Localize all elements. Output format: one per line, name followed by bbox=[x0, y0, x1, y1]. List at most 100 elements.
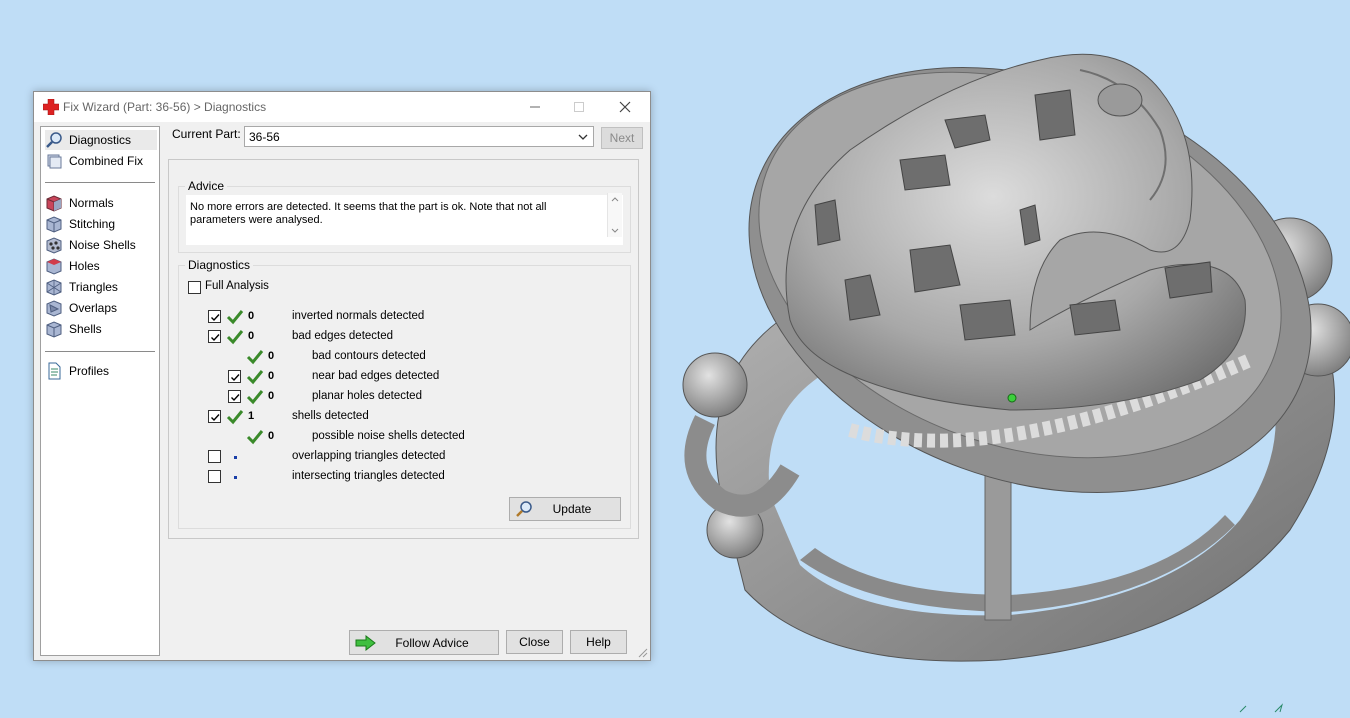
nav-item-shells[interactable]: Shells bbox=[45, 319, 157, 339]
nav-item-diagnostics[interactable]: Diagnostics bbox=[45, 130, 157, 150]
cubes-icon bbox=[47, 154, 62, 169]
wizard-content-panel: Advice No more errors are detected. It s… bbox=[168, 159, 639, 539]
current-part-select[interactable]: 36-56 bbox=[244, 126, 594, 147]
nav-item-profiles[interactable]: Profiles bbox=[45, 361, 157, 381]
checkmark-icon bbox=[211, 314, 220, 322]
planar-holes-checkbox[interactable] bbox=[228, 390, 241, 403]
wizard-nav-sidebar: Diagnostics Combined Fix Normals Stitchi… bbox=[40, 126, 160, 656]
inverted-normals-count: 0 bbox=[248, 310, 255, 322]
nav-item-stitching[interactable]: Stitching bbox=[45, 214, 157, 234]
intersecting-triangles-checkbox[interactable] bbox=[208, 470, 221, 483]
nav-item-triangles[interactable]: Triangles bbox=[45, 277, 157, 297]
advice-group-title: Advice bbox=[185, 179, 228, 193]
current-part-value: 36-56 bbox=[249, 129, 280, 144]
stitching-cube-icon bbox=[46, 216, 62, 233]
overlapping-triangles-checkbox[interactable] bbox=[208, 450, 221, 463]
chevron-down-icon bbox=[578, 134, 588, 140]
bad-edges-label: bad edges detected bbox=[292, 330, 394, 342]
advice-group: Advice No more errors are detected. It s… bbox=[178, 179, 631, 253]
ok-check-icon bbox=[226, 410, 244, 425]
next-button[interactable]: Next bbox=[601, 127, 643, 149]
nav-separator bbox=[45, 351, 155, 352]
document-icon bbox=[48, 362, 61, 380]
checkmark-icon bbox=[231, 394, 240, 402]
inverted-normals-checkbox[interactable] bbox=[208, 310, 221, 323]
maximize-button[interactable] bbox=[556, 92, 602, 122]
update-button[interactable]: Update bbox=[509, 497, 621, 521]
checkmark-icon bbox=[231, 374, 240, 382]
magnifier-icon bbox=[516, 501, 532, 517]
ok-check-icon bbox=[246, 370, 264, 385]
ok-check-icon bbox=[226, 330, 244, 345]
pending-dot-icon bbox=[234, 456, 237, 459]
inverted-normals-label: inverted normals detected bbox=[292, 310, 425, 322]
bad-contours-label: bad contours detected bbox=[312, 350, 426, 362]
nav-item-normals[interactable]: Normals bbox=[45, 193, 157, 213]
holes-cube-icon bbox=[46, 258, 62, 275]
maximize-icon bbox=[574, 102, 584, 112]
close-icon bbox=[619, 101, 631, 113]
bad-edges-checkbox[interactable] bbox=[208, 330, 221, 343]
nav-separator bbox=[45, 182, 155, 183]
checkmark-icon bbox=[211, 334, 220, 342]
bad-edges-count: 0 bbox=[248, 330, 255, 342]
nav-label: Stitching bbox=[69, 217, 116, 231]
ok-check-icon bbox=[246, 350, 264, 365]
advice-scrollbar[interactable] bbox=[607, 193, 622, 237]
nav-item-combined-fix[interactable]: Combined Fix bbox=[45, 151, 157, 171]
nav-label: Shells bbox=[69, 322, 102, 336]
shells-label: shells detected bbox=[292, 410, 369, 422]
minimize-button[interactable] bbox=[512, 92, 558, 122]
nav-label: Overlaps bbox=[69, 301, 118, 315]
update-button-label: Update bbox=[552, 502, 592, 516]
shells-checkbox[interactable] bbox=[208, 410, 221, 423]
advice-text: No more errors are detected. It seems th… bbox=[190, 201, 547, 226]
next-button-label: Next bbox=[609, 131, 635, 145]
near-bad-edges-count: 0 bbox=[268, 370, 275, 382]
close-button-label: Close bbox=[519, 635, 550, 649]
close-button[interactable]: Close bbox=[506, 630, 563, 654]
planar-holes-label: planar holes detected bbox=[312, 390, 422, 402]
noise-shells-icon bbox=[46, 237, 62, 254]
full-analysis-checkbox[interactable] bbox=[188, 281, 201, 294]
intersecting-triangles-label: intersecting triangles detected bbox=[292, 470, 445, 482]
near-bad-edges-checkbox[interactable] bbox=[228, 370, 241, 383]
close-window-button[interactable] bbox=[602, 92, 648, 122]
triangles-icon bbox=[46, 279, 62, 296]
shells-count: 1 bbox=[248, 410, 255, 422]
current-part-label: Current Part: bbox=[172, 127, 241, 141]
ok-check-icon bbox=[246, 430, 264, 445]
normals-cube-icon bbox=[46, 195, 62, 212]
noise-shells-label: possible noise shells detected bbox=[312, 430, 465, 442]
bad-contours-count: 0 bbox=[268, 350, 275, 362]
nav-label: Holes bbox=[69, 259, 100, 273]
nav-item-overlaps[interactable]: Overlaps bbox=[45, 298, 157, 318]
diagnostics-group-title: Diagnostics bbox=[185, 258, 254, 272]
nav-label: Normals bbox=[69, 196, 114, 210]
pending-dot-icon bbox=[234, 476, 237, 479]
overlaps-icon bbox=[46, 300, 62, 317]
diagnostics-group: Diagnostics Full Analysis 0 inverted nor… bbox=[178, 258, 631, 529]
arrow-right-icon bbox=[355, 635, 376, 651]
noise-shells-count: 0 bbox=[268, 430, 275, 442]
nav-label: Noise Shells bbox=[69, 238, 136, 252]
ok-check-icon bbox=[226, 310, 244, 325]
fix-wizard-dialog: Fix Wizard (Part: 36-56) > Diagnostics D… bbox=[33, 91, 651, 661]
follow-advice-button[interactable]: Follow Advice bbox=[349, 630, 499, 655]
nav-label: Diagnostics bbox=[69, 133, 132, 147]
help-button[interactable]: Help bbox=[570, 630, 627, 654]
checkmark-icon bbox=[211, 414, 220, 422]
nav-item-holes[interactable]: Holes bbox=[45, 256, 157, 276]
advice-text-box[interactable]: No more errors are detected. It seems th… bbox=[186, 195, 623, 245]
shells-icon bbox=[46, 321, 62, 338]
red-cross-icon bbox=[43, 99, 59, 115]
magnifier-icon bbox=[46, 132, 62, 148]
window-title: Fix Wizard (Part: 36-56) > Diagnostics bbox=[63, 100, 267, 114]
nav-label: Combined Fix bbox=[69, 154, 144, 168]
resize-grip-icon[interactable] bbox=[638, 648, 648, 658]
nav-label: Triangles bbox=[69, 280, 118, 294]
nav-item-noise-shells[interactable]: Noise Shells bbox=[45, 235, 157, 255]
title-bar[interactable]: Fix Wizard (Part: 36-56) > Diagnostics bbox=[34, 92, 650, 122]
scroll-arrows-icon bbox=[611, 197, 619, 233]
planar-holes-count: 0 bbox=[268, 390, 275, 402]
